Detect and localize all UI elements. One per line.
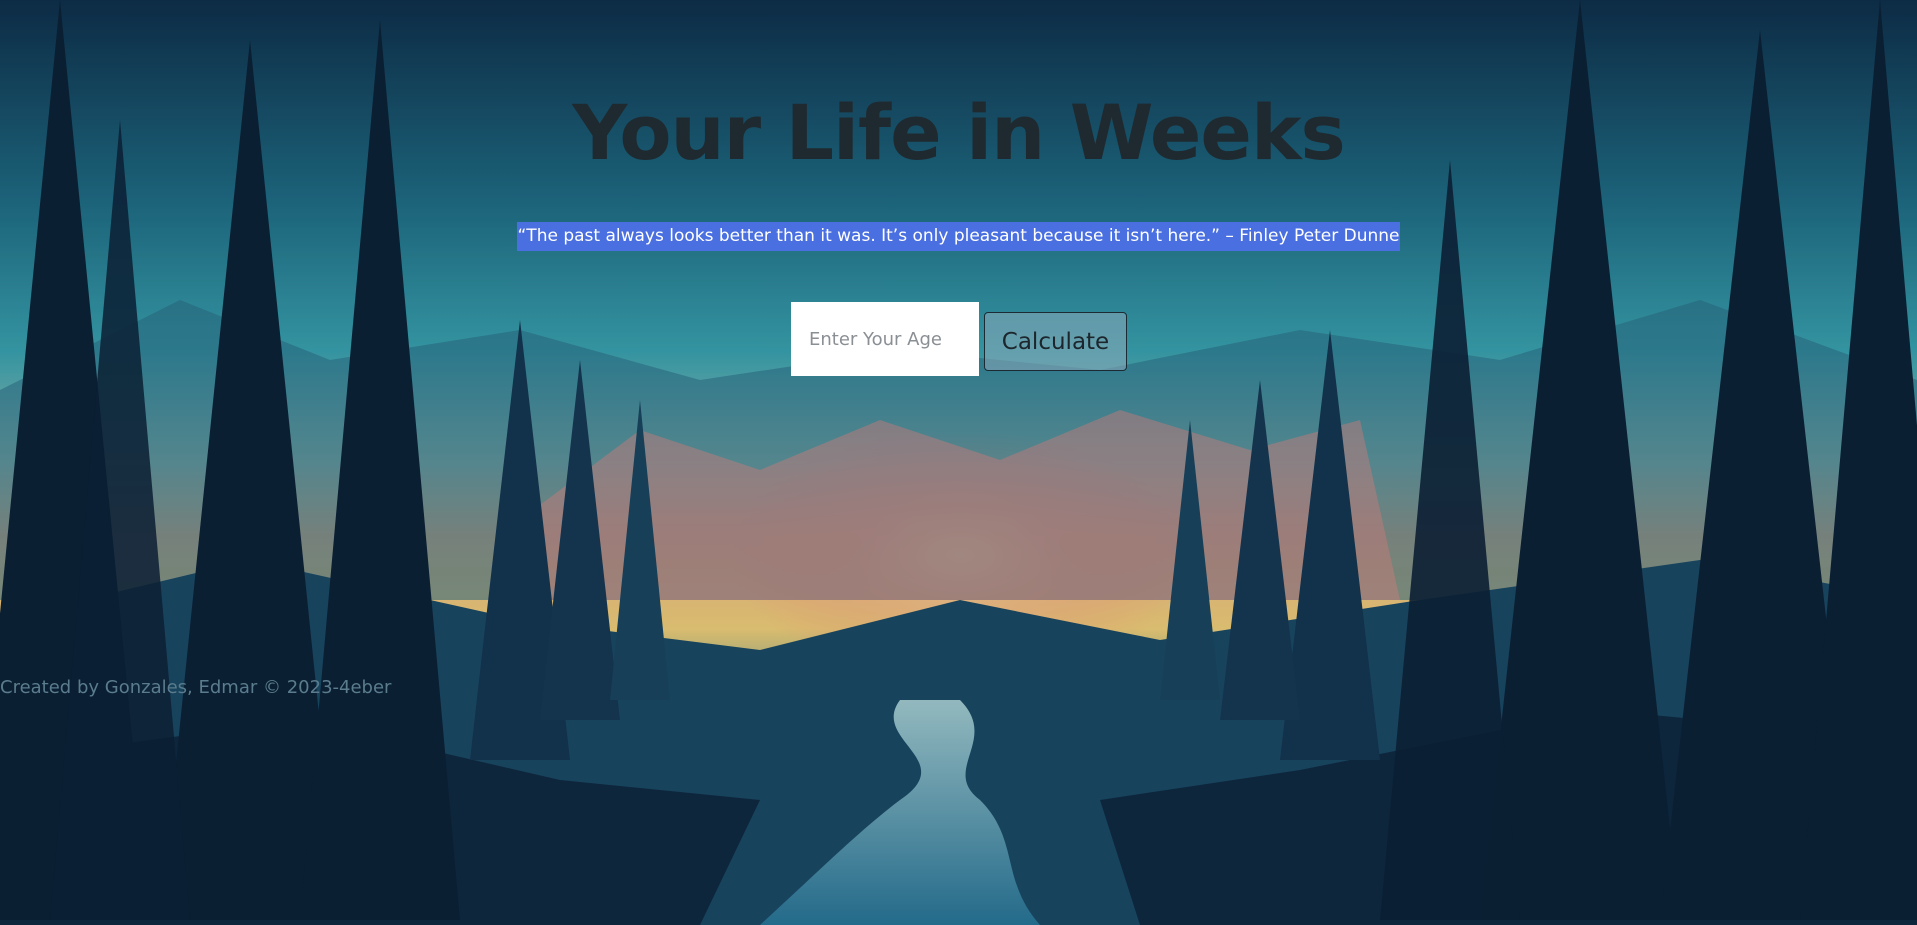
page-title: Your Life in Weeks xyxy=(572,88,1345,177)
age-input[interactable] xyxy=(791,302,979,376)
quote-text: “The past always looks better than it wa… xyxy=(516,222,1401,251)
calculate-button[interactable]: Calculate xyxy=(984,312,1127,371)
footer-credit: Created by Gonzales, Edmar © 2023-4eber xyxy=(0,677,392,698)
quote-container: “The past always looks better than it wa… xyxy=(0,222,1917,251)
